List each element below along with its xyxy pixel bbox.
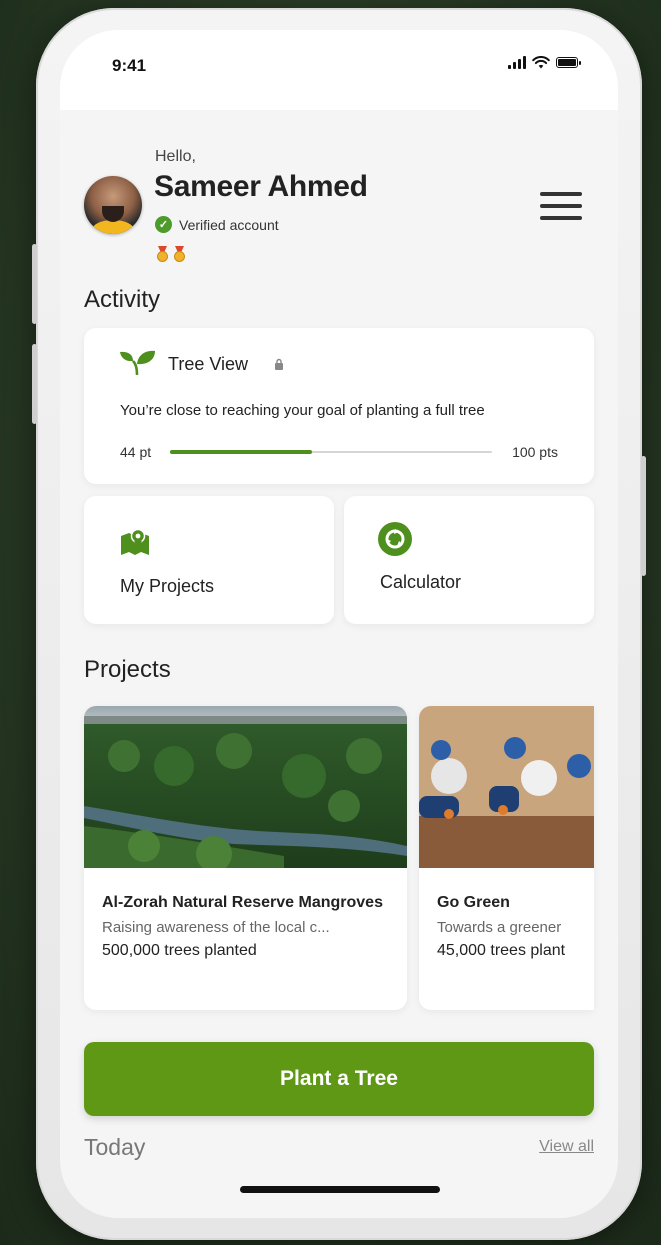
sprout-icon	[120, 350, 155, 376]
calculator-tile[interactable]: Calculator	[344, 496, 594, 624]
phone-frame: 9:41 Hello, Sameer Ahmed ✓ Verified acco…	[32, 8, 646, 1240]
tree-view-title: Tree View	[168, 354, 249, 374]
projects-heading: Projects	[84, 656, 171, 683]
project-subtitle: Towards a greener	[437, 919, 562, 936]
status-icons	[508, 56, 581, 69]
volume-down-button	[32, 344, 37, 424]
medal-icon	[156, 246, 169, 262]
tree-view-description: You’re close to reaching your goal of pl…	[120, 402, 485, 419]
volume-up-button	[32, 244, 37, 324]
verified-label: Verified account	[179, 216, 279, 233]
progress-current-label: 44 pt	[120, 444, 152, 460]
my-projects-label: My Projects	[120, 576, 215, 596]
mangrove-reserve-image	[84, 706, 407, 868]
view-all-link[interactable]: View all	[539, 1138, 594, 1156]
project-subtitle: Raising awareness of the local c...	[102, 919, 330, 936]
progress-fill	[170, 450, 312, 454]
progress-goal-label: 100 pts	[512, 444, 558, 460]
project-title: Go Green	[437, 894, 510, 911]
progress-track	[170, 450, 492, 454]
cellular-signal-icon	[508, 56, 526, 69]
status-time: 9:41	[112, 56, 147, 75]
project-card[interactable]: Al-Zorah Natural Reserve Mangroves Raisi…	[84, 706, 407, 1010]
home-indicator[interactable]	[240, 1186, 440, 1193]
battery-icon	[556, 57, 581, 68]
verified-check-icon: ✓	[155, 216, 172, 233]
project-trees-count: 500,000 trees planted	[102, 942, 257, 959]
map-pin-icon	[121, 528, 149, 555]
calculator-label: Calculator	[380, 572, 462, 592]
project-title: Al-Zorah Natural Reserve Mangroves	[102, 894, 383, 911]
plant-a-tree-button[interactable]: Plant a Tree	[84, 1042, 594, 1116]
recycle-icon	[378, 522, 412, 556]
project-trees-count: 45,000 trees plant	[437, 942, 566, 959]
badges	[156, 246, 186, 262]
project-card[interactable]: Go Green Towards a greener 45,000 trees …	[419, 706, 594, 1010]
wifi-icon	[532, 56, 550, 69]
my-projects-tile[interactable]: My Projects	[84, 496, 334, 624]
user-name: Sameer Ahmed	[154, 170, 368, 203]
volunteers-planting-image	[419, 706, 594, 868]
avatar[interactable]	[84, 176, 142, 234]
medal-icon	[173, 246, 186, 262]
hamburger-menu-icon[interactable]	[540, 192, 582, 220]
greeting-text: Hello,	[155, 148, 196, 165]
status-bar: 9:41	[60, 30, 618, 110]
lock-icon	[275, 358, 283, 370]
tree-view-card[interactable]: Tree View You’re close to reaching your …	[84, 328, 594, 484]
power-button	[641, 456, 646, 576]
verified-status: ✓ Verified account	[155, 216, 279, 233]
activity-heading: Activity	[84, 286, 161, 313]
app-screen: 9:41 Hello, Sameer Ahmed ✓ Verified acco…	[60, 30, 618, 1218]
today-heading: Today	[84, 1134, 146, 1160]
